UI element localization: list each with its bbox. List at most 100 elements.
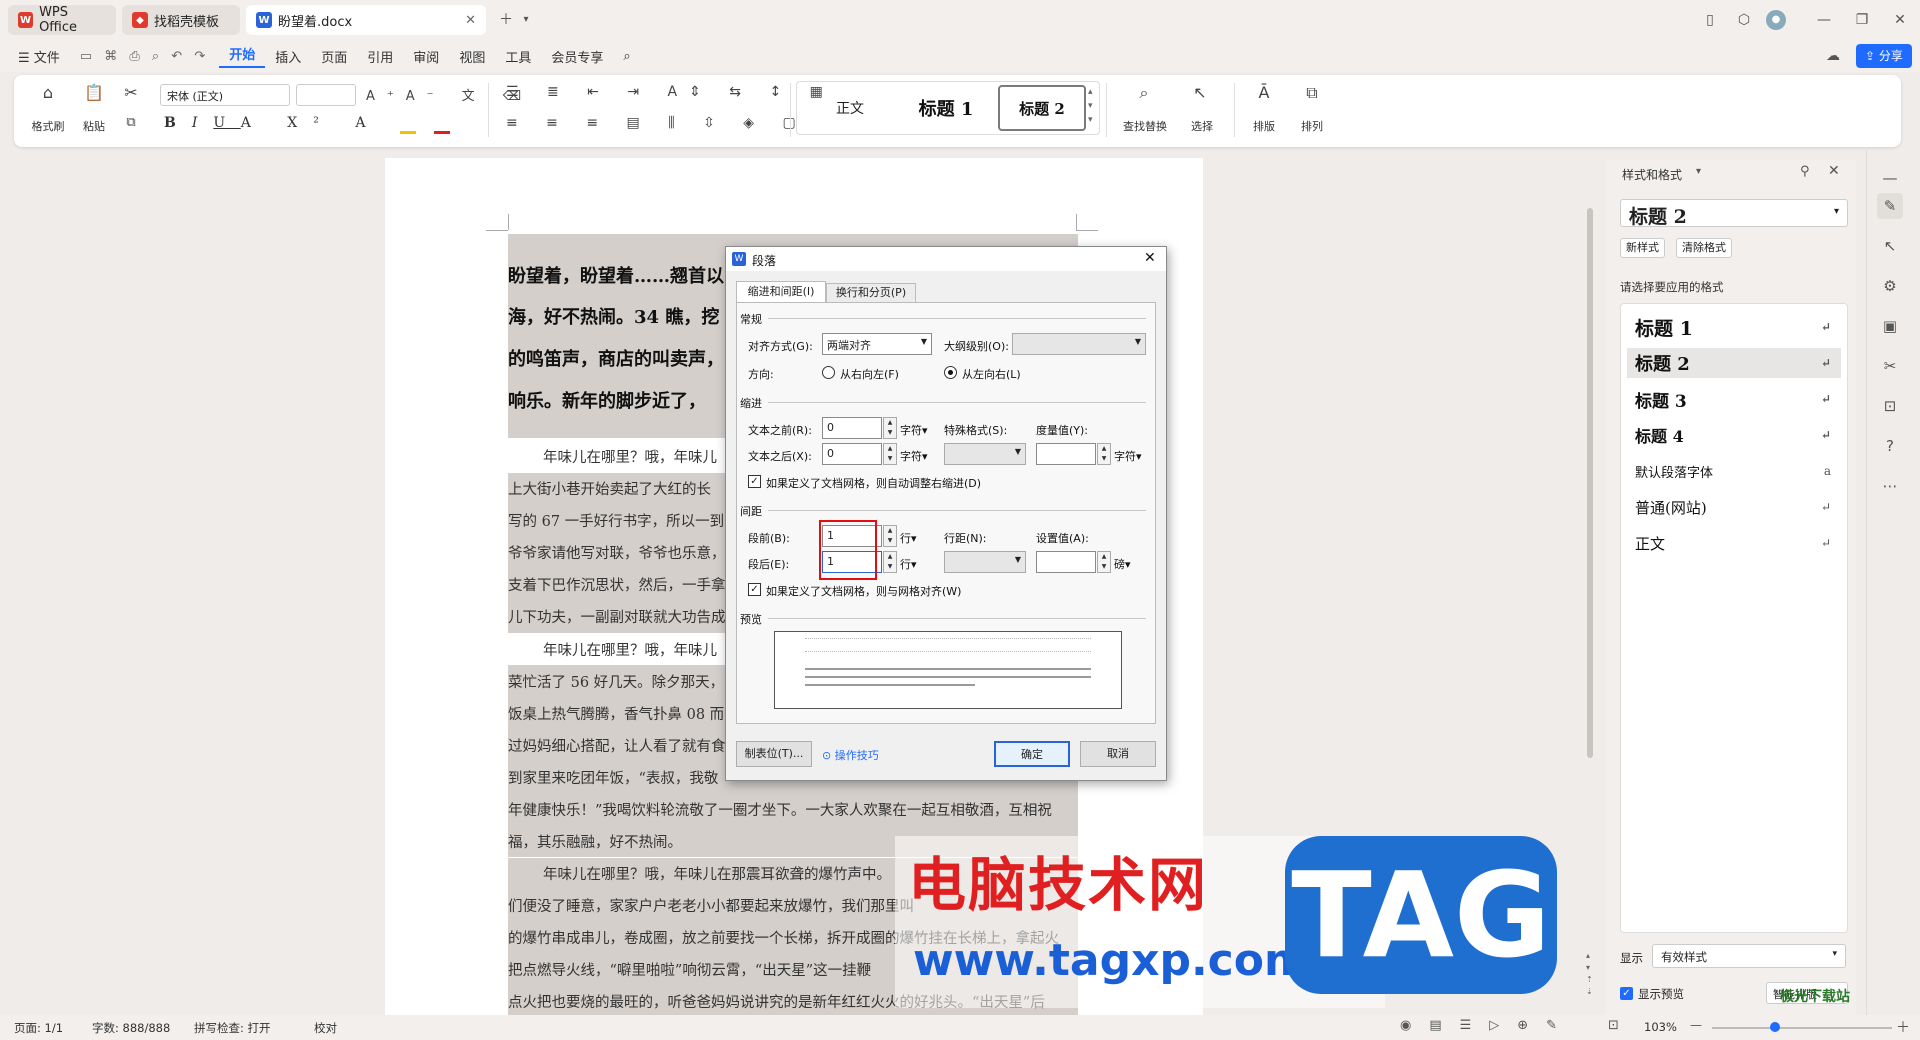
measure-spinner[interactable]: ▲ ▼ [1097,443,1111,465]
alignment-select[interactable]: 两端对齐 ▼ [822,333,932,355]
body-line[interactable]: 年味儿在哪里？哦，年味儿在那震耳欲聋的爆竹声中。 [543,863,891,884]
indent-before-input[interactable]: 0 [822,417,882,439]
body-line[interactable]: 到家里来吃团年饭，“表叔，我敬 [508,767,718,788]
heading-line[interactable]: 响乐。新年的脚步近了， [508,387,706,413]
current-style-select[interactable]: 标题 2 ▾ [1620,199,1848,228]
body-line[interactable]: 饭桌上热气腾腾，香气扑鼻 08 而 [508,703,724,724]
body-line[interactable]: 们便没了睡意，家家户户老老小小都要起来放爆竹，我们那里叫 [508,895,914,916]
restore-icon[interactable]: ❐ [1852,10,1872,30]
arrange-icon[interactable]: ⧉ [1298,83,1326,103]
close-tab-icon[interactable]: ✕ [465,13,476,28]
select-label[interactable]: 选择 [1182,118,1222,134]
clear-format-button[interactable]: 清除格式 [1676,238,1732,258]
line-spacing-select[interactable]: ▼ [944,551,1026,573]
tab-indent-spacing[interactable]: 缩进和间距(I) [736,281,826,303]
grid-snap-checkbox[interactable]: ✓ [748,583,761,596]
font-size-select[interactable] [296,84,356,106]
body-line[interactable]: 儿下功夫，一副副对联就大功告成 [508,606,726,627]
set-value-unit[interactable]: 磅▾ [1114,556,1131,572]
tools-icon[interactable]: ✂ [1877,353,1903,379]
find-replace-label[interactable]: 查找替换 [1112,118,1178,134]
close-dialog-icon[interactable]: ✕ [1144,250,1156,266]
indent-before-unit[interactable]: 字符▾ [900,422,928,438]
arrange-label[interactable]: 排列 [1294,118,1330,134]
style-item-heading-4[interactable]: 标题 4 ↵ [1627,420,1841,450]
highlight-color-icon[interactable] [400,131,416,134]
tab-wps-office[interactable]: W WPS Office [8,5,116,35]
tab-template[interactable]: ◆ 找稻壳模板 [122,5,240,35]
style-pen-icon[interactable]: ✎ [1877,193,1903,219]
style-normal[interactable]: 正文 [804,85,896,131]
spell-check[interactable]: 拼写检查: 打开 [194,1020,271,1036]
chevron-down-icon[interactable]: ▾ [1696,166,1701,177]
tab-document[interactable]: W 盼望着.docx ✕ [246,5,486,35]
pin-icon[interactable]: ⚲ [1800,164,1810,179]
share-button[interactable]: ⇪ 分享 [1856,44,1912,68]
space-before-unit[interactable]: 行▾ [900,530,917,546]
close-window-icon[interactable]: ✕ [1890,10,1910,30]
select-arrow-icon[interactable]: ↖ [1877,233,1903,259]
layout-text-icon[interactable]: Ā [1250,83,1278,102]
style-heading-2[interactable]: 标题 2 [998,85,1086,131]
avatar[interactable]: ● [1766,10,1786,30]
measure-unit[interactable]: 字符▾ [1114,448,1142,464]
book-icon[interactable]: ⊡ [1877,393,1903,419]
cut-icon[interactable]: ✂ [120,83,142,102]
page-count[interactable]: 页面: 1/1 [14,1020,63,1036]
body-line[interactable]: 过妈妈细心搭配，让人看了就有食 [508,735,726,756]
style-item-heading-3[interactable]: 标题 3 ↵ [1627,384,1841,414]
word-count[interactable]: 字数: 888/888 [92,1020,170,1036]
edit-doc-icon[interactable]: ▣ [1877,313,1903,339]
new-style-button[interactable]: 新样式 [1620,238,1665,258]
menu-review[interactable]: 审阅 [403,47,449,66]
measure-input[interactable] [1036,443,1096,465]
new-tab-icon[interactable]: ＋ [496,10,516,30]
page-nav-icons[interactable]: ▴ ▾ ⇡ ⇣ [1586,950,1593,998]
grid-indent-checkbox[interactable]: ✓ [748,475,761,488]
outline-level-select[interactable]: ▼ [1012,333,1146,355]
help-icon[interactable]: ? [1877,433,1903,459]
heading-line[interactable]: 海，好不热闹。34 瞧，挖 [508,303,719,329]
layout-label[interactable]: 排版 [1246,118,1282,134]
space-after-unit[interactable]: 行▾ [900,556,917,572]
quick-access-icons[interactable]: ▭ ⌘ ⎙ ⌕ ↶ ↷ [70,49,219,64]
menu-page[interactable]: 页面 [311,47,357,66]
menu-reference[interactable]: 引用 [357,47,403,66]
list-indent-icons[interactable]: ☰ ≣ ⇤ ⇥ A⇕ ⇆ ↕ ▦ [506,84,835,100]
direction-rtl-radio[interactable] [822,366,835,379]
menu-insert[interactable]: 插入 [265,47,311,66]
show-select[interactable]: 有效样式 ▾ [1652,944,1846,968]
close-panel-icon[interactable]: ✕ [1828,163,1840,179]
body-line[interactable]: 上大街小巷开始卖起了大红的长 [508,478,711,499]
tab-line-page-breaks[interactable]: 换行和分页(P) [826,283,916,303]
set-value-spinner[interactable]: ▲ ▼ [1097,551,1111,573]
body-line[interactable]: 年味儿在哪里？哦，年味儿 [543,639,717,660]
paste-icon[interactable]: 📋 [80,83,108,102]
style-heading-1[interactable]: 标题 1 [900,85,992,131]
tabs-button[interactable]: 制表位(T)... [736,741,812,767]
body-line[interactable]: 支着下巴作沉思状，然后，一手拿 [508,574,726,595]
tips-link[interactable]: ⊙ 操作技巧 [822,747,879,763]
body-line[interactable]: 菜忙活了 56 好几天。除夕那天， [508,671,724,692]
cube-icon[interactable]: ⬡ [1734,10,1754,30]
chevron-down-icon[interactable]: ▾ [516,10,536,30]
body-line[interactable]: 把点燃导火线，“噼里啪啦”响彻云霄，“出天星”这一挂鞭 [508,959,871,980]
ok-button[interactable]: 确定 [994,741,1070,767]
menu-file[interactable]: ☰ 文件 [0,47,70,66]
body-line[interactable]: 写的 67 一手好行书字，所以一到 [508,510,724,531]
style-item-heading-2[interactable]: 标题 2 ↵ [1627,348,1841,378]
special-format-select[interactable]: ▼ [944,443,1026,465]
style-item-heading-1[interactable]: 标题 1 ↵ [1627,312,1841,342]
zoom-slider-handle[interactable] [1770,1022,1780,1032]
search-icon[interactable]: ⌕ [613,49,640,64]
copy-icon[interactable]: ⧉ [120,115,142,130]
zoom-in-icon[interactable]: ＋ [1896,1017,1910,1037]
indent-after-spinner[interactable]: ▲ ▼ [883,443,897,465]
fit-icon[interactable]: ⊡ [1608,1018,1619,1033]
style-item-normal-web[interactable]: 普通(网站) ↵ [1627,492,1841,522]
minimize-icon[interactable]: — [1814,10,1834,30]
set-value-input[interactable] [1036,551,1096,573]
menu-home[interactable]: 开始 [219,44,266,68]
indent-after-unit[interactable]: 字符▾ [900,448,928,464]
alignment-icons[interactable]: ≡ ≡ ≡ ▤ ⫼ ⇳ ◈ ▢ [506,115,808,131]
